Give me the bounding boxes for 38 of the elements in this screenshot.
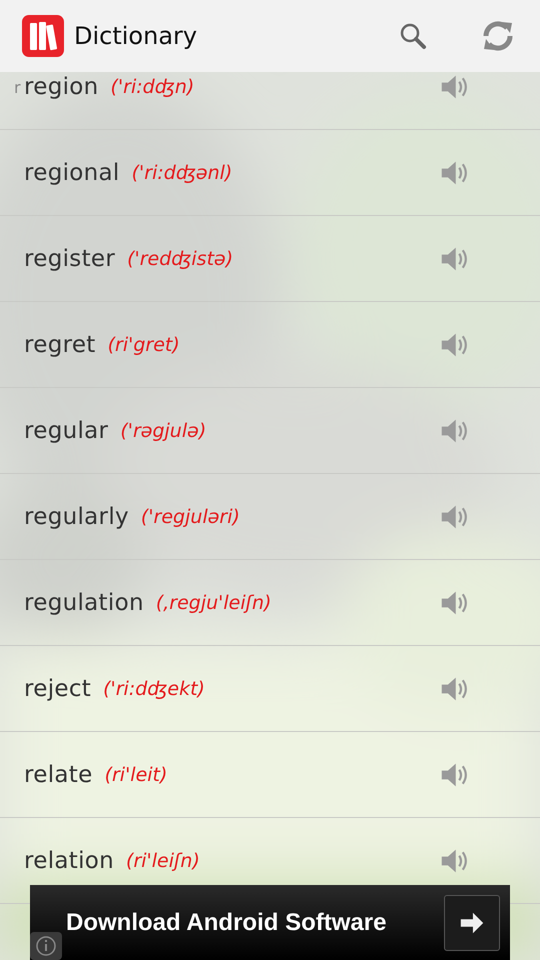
phonetic-text: ('ri:dʤekt) bbox=[103, 678, 205, 700]
phonetic-text: (,regju'leiʃn) bbox=[156, 592, 272, 614]
ad-text[interactable]: Download Android Software bbox=[66, 908, 386, 936]
phonetic-text: (ri'leit) bbox=[104, 764, 168, 786]
index-letter: r bbox=[14, 78, 21, 97]
info-icon[interactable] bbox=[30, 932, 62, 960]
speaker-icon[interactable] bbox=[440, 588, 468, 616]
speaker-icon[interactable] bbox=[440, 502, 468, 530]
phonetic-text: ('ri:dʤn) bbox=[110, 76, 194, 98]
books-logo-icon[interactable] bbox=[22, 15, 64, 57]
app-title: Dictionary bbox=[74, 22, 198, 50]
phonetic-text: ('redʤistə) bbox=[127, 248, 234, 270]
word-text[interactable]: reject bbox=[24, 676, 92, 702]
word-text[interactable]: regional bbox=[24, 160, 120, 186]
phonetic-text: ('regjuləri) bbox=[140, 506, 240, 528]
speaker-icon[interactable] bbox=[440, 416, 468, 444]
speaker-icon[interactable] bbox=[440, 760, 468, 788]
word-text[interactable]: register bbox=[24, 246, 116, 272]
ad-banner[interactable]: Download Android Software bbox=[30, 885, 510, 960]
word-text[interactable]: regular bbox=[24, 418, 108, 444]
speaker-icon[interactable] bbox=[440, 158, 468, 186]
phonetic-text: (ri'gret) bbox=[108, 334, 180, 356]
speaker-icon[interactable] bbox=[440, 846, 468, 874]
word-text[interactable]: region bbox=[24, 74, 99, 100]
word-text[interactable]: regret bbox=[24, 332, 96, 358]
word-text[interactable]: relation bbox=[24, 848, 114, 874]
arrow-button[interactable] bbox=[444, 894, 500, 950]
search-icon[interactable] bbox=[398, 21, 428, 51]
speaker-icon[interactable] bbox=[440, 244, 468, 272]
speaker-icon[interactable] bbox=[440, 72, 468, 100]
phonetic-text: ('rəgjulə) bbox=[120, 420, 206, 442]
phonetic-text: (ri'leiʃn) bbox=[126, 850, 200, 872]
speaker-icon[interactable] bbox=[440, 674, 468, 702]
word-text[interactable]: relate bbox=[24, 762, 93, 788]
word-text[interactable]: regularly bbox=[24, 504, 129, 530]
phonetic-text: ('ri:dʤənl) bbox=[132, 162, 232, 184]
speaker-icon[interactable] bbox=[440, 330, 468, 358]
word-text[interactable]: regulation bbox=[24, 590, 144, 616]
